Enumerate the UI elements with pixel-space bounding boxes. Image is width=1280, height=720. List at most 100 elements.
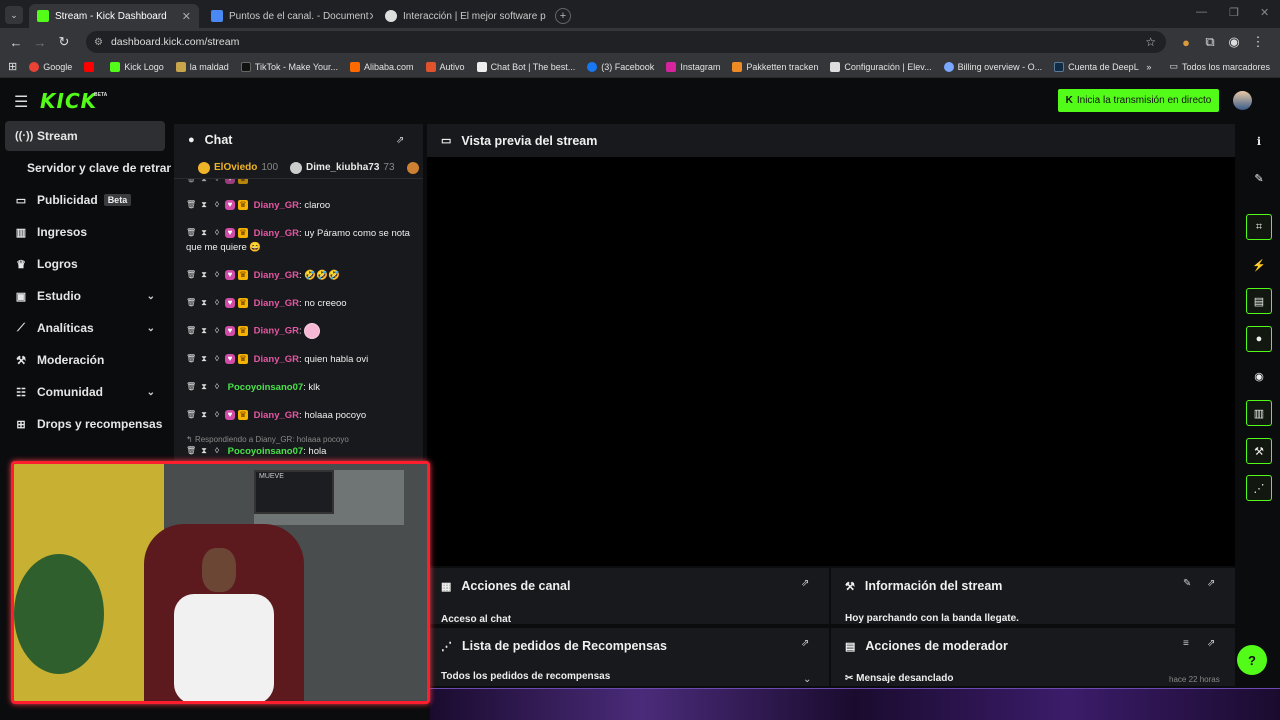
forward-icon[interactable]: → [28,35,52,50]
share-icon[interactable]: ⋰ [1246,475,1272,501]
bookmark-alibaba[interactable]: Alibaba.com [350,61,414,72]
go-live-button[interactable]: K Inicia la transmisión en directo [1058,89,1219,112]
bookmark-kick-logo[interactable]: Kick Logo [110,61,164,72]
timeout-icon[interactable]: ⧗ [199,270,209,280]
lightning-icon[interactable]: ⚡ [1246,252,1272,278]
bookmark-billing[interactable]: Billing overview - O... [943,61,1042,72]
menu-kebab-icon[interactable]: ⋮ [1246,34,1270,50]
support-chat-button[interactable]: ? [1237,645,1267,675]
url-input[interactable]: ⚙ dashboard.kick.com/stream ☆ [86,31,1166,53]
sidebar-item-stream[interactable]: ((·)) Stream [5,121,165,151]
popout-icon[interactable]: ⇗ [1207,578,1215,589]
chat-username[interactable]: Diany_GR [254,270,299,281]
trash-icon[interactable]: 🗑 [186,410,196,420]
popout-icon[interactable]: ⇗ [1207,638,1215,649]
timeout-icon[interactable]: ⧗ [199,179,209,184]
chat-username[interactable]: Diany_GR [254,228,299,239]
sidebar-item-server-key[interactable]: Servidor y clave de retransmisión [5,153,171,183]
trash-icon[interactable]: 🗑 [186,354,196,364]
leader-name[interactable]: Dime_kiubha73 [306,162,379,173]
popout-icon[interactable]: ⇗ [396,135,404,146]
bookmark-la-maldad[interactable]: la maldad [175,61,229,72]
maximize-icon[interactable]: ❐ [1229,6,1239,19]
chevron-down-icon[interactable]: ⌄ [147,291,155,302]
timeout-icon[interactable]: ⧗ [199,354,209,364]
sidebar-item-logros[interactable]: ♛ Logros [5,249,165,279]
timeout-icon[interactable]: ⧗ [199,446,209,456]
chevron-down-icon[interactable]: ⌄ [147,323,155,334]
reload-icon[interactable]: ↻ [52,34,76,50]
info-icon[interactable]: ℹ [1246,128,1272,154]
apps-grid-icon[interactable]: ⊞ [8,60,17,73]
browser-tab-docs[interactable]: Puntos de el canal. - Document ✕ [203,4,373,28]
edit-icon[interactable]: ✎ [1246,165,1272,191]
chat-access-label[interactable]: Acceso al chat [441,614,511,624]
close-tab-icon[interactable]: ✕ [369,10,373,23]
timeout-icon[interactable]: ⧗ [199,410,209,420]
back-icon[interactable]: ← [4,35,28,50]
sidebar-item-drops[interactable]: ⊞ Drops y recompensas [5,409,165,439]
timeout-icon[interactable]: ⧗ [199,228,209,238]
site-info-icon[interactable]: ⚙ [94,37,103,48]
document-icon[interactable]: ▤ [1246,288,1272,314]
minimize-icon[interactable]: — [1196,6,1207,18]
bookmark-facebook[interactable]: (3) Facebook [587,61,654,72]
timeout-icon[interactable]: ⧗ [199,200,209,210]
timeout-icon[interactable]: ⧗ [199,298,209,308]
sidebar-item-publicidad[interactable]: ▭ Publicidad Beta [5,185,165,215]
more-bookmarks-icon[interactable]: » [1146,62,1151,72]
browser-tab-interaccion[interactable]: Interacción | El mejor software p ✕ [377,4,547,28]
crop-icon[interactable]: ⌗ [1246,214,1272,240]
timeout-icon[interactable]: ⧗ [199,382,209,392]
extensions-puzzle-icon[interactable]: ⧉ [1198,34,1222,50]
bookmark-youtube[interactable] [84,61,98,72]
chat-username[interactable]: Diany_GR [254,298,299,309]
sidebar-item-ingresos[interactable]: ▥ Ingresos [5,217,165,247]
trash-icon[interactable]: 🗑 [186,228,196,238]
bookmark-deepl[interactable]: Cuenta de DeepL [1054,61,1139,72]
trash-icon[interactable]: 🗑 [186,200,196,210]
chat-username[interactable]: Diany_GR [254,200,299,211]
trash-icon[interactable]: 🗑 [186,326,196,336]
layout-icon[interactable]: ▥ [1246,400,1272,426]
new-tab-button[interactable]: + [555,8,571,24]
chat-username[interactable]: Diany_GR [254,410,299,421]
close-window-icon[interactable]: ✕ [1260,6,1269,19]
bookmark-chatbot[interactable]: Chat Bot | The best... [476,61,575,72]
trash-icon[interactable]: 🗑 [186,270,196,280]
trash-icon[interactable]: 🗑 [186,298,196,308]
tab-search-icon[interactable]: ⌄ [5,6,23,24]
leader-name[interactable]: ElOviedo [214,162,257,173]
bookmark-configuracion[interactable]: Configuración | Elev... [830,61,932,72]
popout-icon[interactable]: ⇗ [801,638,809,649]
filter-icon[interactable]: ≡ [1183,638,1189,649]
hamburger-menu-icon[interactable]: ☰ [14,92,28,112]
kick-logo[interactable]: KICK [40,89,97,113]
edit-icon[interactable]: ✎ [1183,578,1191,589]
close-tab-icon[interactable]: ✕ [546,10,547,23]
extension-icon[interactable]: ● [1174,35,1198,50]
bookmark-instagram[interactable]: Instagram [666,61,720,72]
sidebar-item-analiticas[interactable]: ⟋ Analíticas ⌄ [5,313,165,343]
bookmark-pakketten[interactable]: Pakketten tracken [732,61,818,72]
all-bookmarks[interactable]: » ▭ Todos los marcadores [1146,61,1270,72]
browser-tab-kick[interactable]: Stream - Kick Dashboard ✕ [29,4,199,28]
trash-icon[interactable]: 🗑 [186,179,196,184]
chat-username[interactable]: Pocoyoinsano07 [228,446,304,457]
timeout-icon[interactable]: ⧗ [199,326,209,336]
profile-icon[interactable]: ◉ [1222,34,1246,50]
chat-bubble-icon[interactable]: ● [1246,326,1272,352]
close-tab-icon[interactable]: ✕ [182,10,191,23]
trash-icon[interactable]: 🗑 [186,446,196,456]
chevron-down-icon[interactable]: ⌄ [803,674,811,685]
wrench-icon[interactable]: ⚒ [1246,438,1272,464]
sidebar-item-moderacion[interactable]: ⚒ Moderación [5,345,165,375]
bookmark-autivo[interactable]: Autivo [425,61,465,72]
popout-icon[interactable]: ⇗ [801,578,809,589]
chat-username[interactable]: Diany_GR [254,354,299,365]
chat-username[interactable]: Diany_GR [254,326,299,337]
chat-username[interactable]: Pocoyoinsano07 [228,382,304,393]
bookmark-google[interactable]: Google [29,61,72,72]
chevron-down-icon[interactable]: ⌄ [147,387,155,398]
avatar[interactable] [1233,91,1252,110]
